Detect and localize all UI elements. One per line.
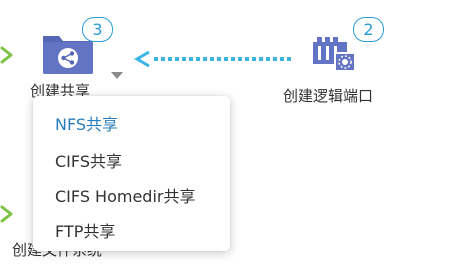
caret-down-icon[interactable] — [111, 72, 123, 80]
share-type-menu: NFS共享 CIFS共享 CIFS Homedir共享 FTP共享 — [33, 96, 230, 251]
create-logical-port-step[interactable] — [310, 28, 360, 76]
step-chevron-icon — [0, 46, 13, 64]
menu-item-nfs-share[interactable]: NFS共享 — [55, 111, 118, 135]
logical-port-count-badge: 2 — [353, 17, 384, 42]
menu-item-cifs-share[interactable]: CIFS共享 — [55, 148, 122, 172]
logical-port-icon — [313, 37, 356, 72]
create-logical-port-label: 创建逻辑端口 — [283, 87, 374, 105]
menu-item-ftp-share[interactable]: FTP共享 — [55, 218, 115, 242]
menu-item-cifs-homedir-share[interactable]: CIFS Homedir共享 — [55, 183, 196, 207]
share-count-badge: 3 — [82, 17, 113, 42]
step-chevron-icon — [0, 205, 13, 223]
flow-arrow-icon — [134, 50, 294, 68]
